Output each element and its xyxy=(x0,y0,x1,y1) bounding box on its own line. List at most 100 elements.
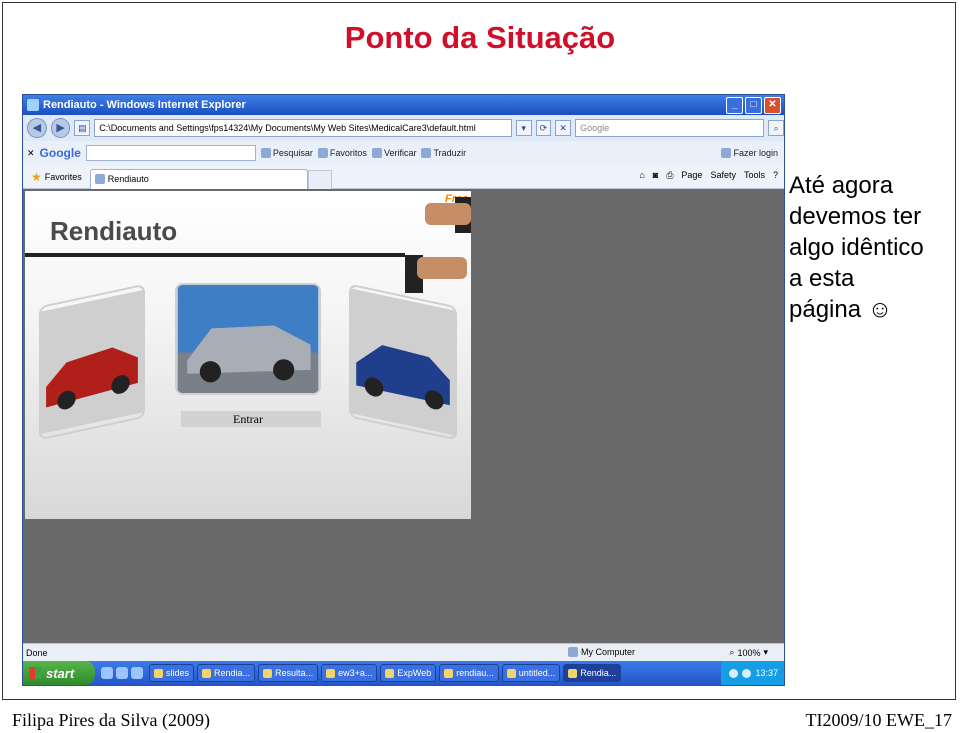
slide-title: Ponto da Situação xyxy=(344,20,616,55)
google-toolbar: ✕ Google Pesquisar Favoritos Verificar T… xyxy=(23,141,784,165)
address-field[interactable]: C:\Documents and Settings\fps14324\My Do… xyxy=(94,119,512,137)
google-favorites-button[interactable]: Favoritos xyxy=(317,148,367,158)
favorites-button[interactable]: ★ Favorites xyxy=(23,170,90,184)
window-title: Rendiauto - Windows Internet Explorer xyxy=(43,99,246,111)
computer-icon xyxy=(568,647,578,657)
reflection-decoration xyxy=(125,435,385,459)
quick-launch xyxy=(101,667,143,679)
car-image-silver[interactable] xyxy=(175,283,321,395)
ie-page-icon xyxy=(94,174,105,184)
back-button[interactable]: ◀ xyxy=(27,118,47,138)
slide-body-text: Até agora devemos ter algo idêntico a es… xyxy=(789,170,954,325)
command-bar: ⌂ ◙ ⎙ Page Safety Tools ? xyxy=(639,170,778,181)
search-icon xyxy=(260,148,271,158)
taskbar-item[interactable]: ExpWeb xyxy=(380,664,437,682)
google-search-button[interactable]: Pesquisar xyxy=(260,148,313,158)
taskbar-item[interactable]: rendiau... xyxy=(439,664,499,682)
ie-logo-icon xyxy=(27,99,39,111)
window-icon xyxy=(202,668,212,678)
slide-text-line: algo idêntico xyxy=(789,234,924,261)
taskbar-item-active[interactable]: Rendia... xyxy=(563,664,622,682)
site-logo: Rendiauto xyxy=(50,216,178,246)
page-icon: ▤ xyxy=(74,120,91,136)
translate-icon xyxy=(421,148,432,158)
browser-window: Rendiauto - Windows Internet Explorer _ … xyxy=(22,94,785,686)
tray-icon[interactable] xyxy=(742,668,752,678)
star-icon xyxy=(317,148,328,158)
entrar-link[interactable]: Entrar xyxy=(181,411,321,427)
open-hand-image xyxy=(417,257,467,279)
google-translate-button[interactable]: Traduzir xyxy=(421,148,466,158)
window-icon xyxy=(326,668,336,678)
system-tray: 13:37 xyxy=(721,661,784,685)
start-button[interactable]: start xyxy=(23,661,95,685)
feeds-icon[interactable]: ◙ xyxy=(653,170,658,181)
google-spellcheck-button[interactable]: Verificar xyxy=(371,148,416,158)
slide-text-line: devemos ter xyxy=(789,203,922,230)
website-content: Rendiauto Free xyxy=(25,191,471,519)
zoom-icon: ⌕ xyxy=(729,647,735,657)
taskbar-item[interactable]: Rendia... xyxy=(197,664,256,682)
taskbar-item[interactable]: untitled... xyxy=(501,664,561,682)
logo-divider xyxy=(25,253,405,257)
tab-rendiauto[interactable]: Rendiauto xyxy=(89,168,308,189)
window-icon xyxy=(263,668,273,678)
footer-author: Filipa Pires da Silva (2009) xyxy=(12,710,210,730)
firefox-icon[interactable] xyxy=(101,667,113,679)
car-silver-svg xyxy=(177,285,319,393)
windows-flag-icon xyxy=(29,667,41,679)
star-icon: ★ xyxy=(31,169,42,184)
google-login-button[interactable]: Fazer login xyxy=(721,148,778,158)
window-titlebar: Rendiauto - Windows Internet Explorer _ … xyxy=(23,95,784,115)
favorites-tabs-bar: ★ Favorites Rendiauto ⌂ ◙ ⎙ Page Safety T… xyxy=(23,165,784,189)
car-blue-svg xyxy=(351,288,455,436)
new-tab-button[interactable] xyxy=(307,170,332,189)
car-image-blue[interactable] xyxy=(349,283,457,441)
taskbar-item[interactable]: slides xyxy=(149,664,195,682)
print-icon[interactable]: ⎙ xyxy=(666,170,673,181)
car-red-svg xyxy=(41,289,143,435)
taskbar-item[interactable]: Resulta... xyxy=(258,664,319,682)
home-icon[interactable]: ⌂ xyxy=(639,170,644,181)
chevron-down-icon: ▾ xyxy=(763,647,768,657)
hand-with-keys-image xyxy=(425,203,471,225)
safety-menu[interactable]: Safety xyxy=(710,170,736,181)
car-image-red[interactable] xyxy=(39,283,145,441)
taskbar-item[interactable]: ew3+a... xyxy=(321,664,378,682)
help-icon[interactable]: ? xyxy=(773,170,778,181)
close-toolbar-icon[interactable]: ✕ xyxy=(27,148,35,159)
clock: 13:37 xyxy=(755,668,778,678)
ie-icon xyxy=(568,668,578,678)
google-logo: Google xyxy=(39,146,81,160)
page-menu[interactable]: Page xyxy=(681,170,702,181)
close-button[interactable]: ✕ xyxy=(764,97,781,114)
window-icon xyxy=(444,668,454,678)
address-toolbar: ◀ ▶ ▤ C:\Documents and Settings\fps14324… xyxy=(23,115,784,141)
tools-menu[interactable]: Tools xyxy=(744,170,765,181)
footer-course: TI2009/10 EWE_17 xyxy=(805,710,952,730)
tray-icon[interactable] xyxy=(729,668,739,678)
forward-button[interactable]: ▶ xyxy=(50,118,71,138)
user-icon xyxy=(721,148,732,158)
ie-icon[interactable] xyxy=(116,667,128,679)
maximize-button[interactable]: □ xyxy=(745,97,762,114)
window-controls: _ □ ✕ xyxy=(726,97,781,114)
search-input[interactable]: Google xyxy=(575,119,765,137)
stop-icon[interactable]: ✕ xyxy=(555,120,572,136)
security-zone[interactable]: My Computer xyxy=(568,647,635,657)
slide-text-line: Até agora xyxy=(789,172,894,199)
google-search-input[interactable] xyxy=(85,145,256,161)
spellcheck-icon xyxy=(371,148,382,158)
slide-text-line: página ☺ xyxy=(789,296,893,323)
slide-text-line: a esta xyxy=(789,265,855,292)
window-icon xyxy=(385,668,395,678)
address-dropdown-icon[interactable]: ▾ xyxy=(515,120,532,136)
folder-icon xyxy=(154,668,163,678)
search-icon[interactable]: ⌕ xyxy=(768,120,784,136)
windows-taskbar: start slides Rendia... Resulta... ew3+a.… xyxy=(23,661,784,685)
status-text: Done xyxy=(26,647,48,658)
app-icon[interactable] xyxy=(131,667,143,679)
zoom-control[interactable]: ⌕ 100% ▾ xyxy=(729,647,768,658)
minimize-button[interactable]: _ xyxy=(726,97,743,114)
refresh-icon[interactable]: ⟳ xyxy=(535,120,552,136)
